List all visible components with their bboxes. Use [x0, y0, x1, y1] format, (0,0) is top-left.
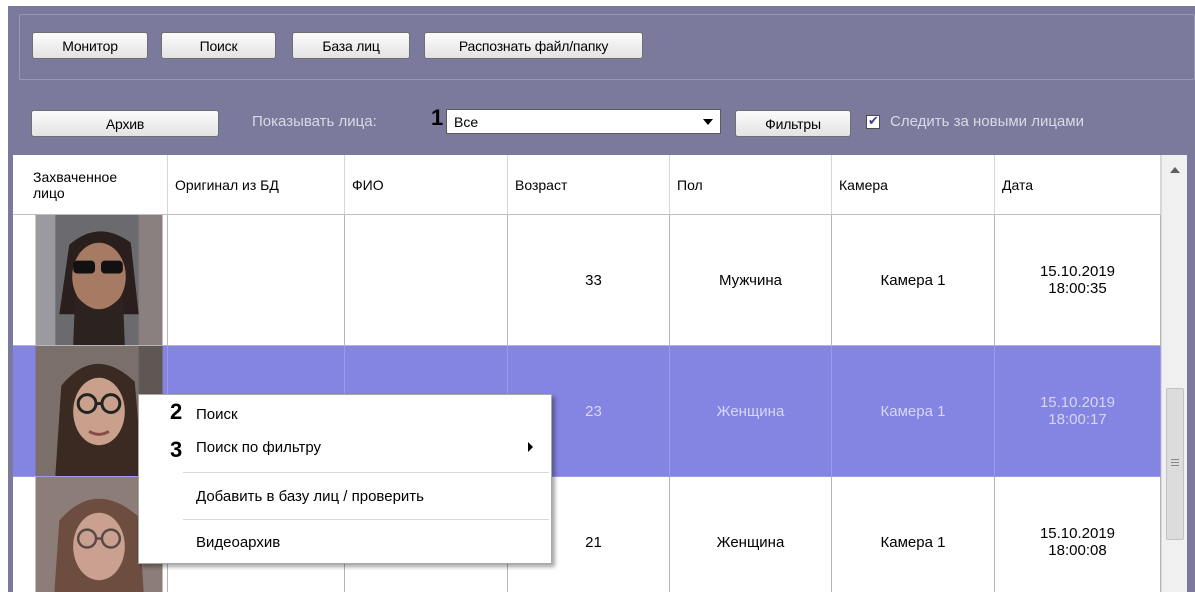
show-faces-value: Все	[454, 113, 479, 130]
submenu-arrow-icon	[528, 442, 533, 452]
callout-2: 2	[170, 399, 183, 424]
archive-button[interactable]: Архив	[31, 110, 219, 137]
date-cell: 15.10.2019 18:00:08	[995, 477, 1161, 592]
header-captured-face[interactable]: Захваченное лицо	[13, 155, 168, 215]
vertical-scrollbar[interactable]	[1161, 155, 1187, 592]
header-age[interactable]: Возраст	[508, 155, 670, 215]
date-value: 15.10.2019	[1039, 394, 1116, 411]
show-faces-label: Показывать лица:	[252, 113, 377, 130]
filters-button[interactable]: Фильтры	[735, 110, 851, 137]
camera-cell: Камера 1	[832, 477, 995, 592]
age-cell: 33	[508, 215, 670, 346]
menu-separator	[183, 519, 549, 520]
table-row[interactable]: 33 Мужчина Камера 1 15.10.2019 18:00:35	[13, 215, 1161, 346]
header-label: Оригинал из БД	[175, 176, 279, 193]
scroll-up-arrow-icon[interactable]	[1170, 167, 1180, 173]
full-name-cell	[345, 215, 508, 346]
header-camera[interactable]: Камера	[832, 155, 995, 215]
header-gender[interactable]: Пол	[670, 155, 832, 215]
time-value: 18:00:35	[1048, 280, 1107, 297]
monitor-button[interactable]: Монитор	[32, 32, 148, 59]
header-full-name[interactable]: ФИО	[345, 155, 508, 215]
grip-line	[1171, 462, 1179, 463]
db-original-cell	[168, 215, 345, 346]
menu-item-label: Поиск	[196, 405, 238, 423]
search-button[interactable]: Поиск	[161, 32, 276, 59]
menu-item-label: Видеоархив	[196, 533, 281, 551]
menu-item-label: Добавить в базу лиц / проверить	[196, 487, 424, 505]
header-date[interactable]: Дата	[995, 155, 1161, 215]
context-menu: Поиск Поиск по фильтру Добавить в базу л…	[138, 394, 552, 564]
date-value: 15.10.2019	[1039, 525, 1116, 542]
header-label: Захваченное лицо	[33, 168, 118, 201]
callout-1: 1	[431, 105, 444, 130]
menu-item-video-archive[interactable]: Видеоархив	[139, 527, 551, 557]
header-label: ФИО	[352, 176, 384, 193]
camera-cell: Камера 1	[832, 215, 995, 346]
callout-3: 3	[170, 437, 183, 462]
follow-new-faces-toggle[interactable]: Следить за новыми лицами	[866, 113, 1084, 130]
camera-cell: Камера 1	[832, 346, 995, 477]
recognize-file-button[interactable]: Распознать файл/папку	[424, 32, 643, 59]
header-label: Пол	[677, 176, 703, 193]
gender-cell: Женщина	[670, 346, 832, 477]
date-cell: 15.10.2019 18:00:35	[995, 215, 1161, 346]
menu-separator	[183, 472, 549, 473]
time-value: 18:00:17	[1048, 411, 1107, 428]
header-label: Камера	[839, 176, 888, 193]
grip-line	[1171, 465, 1179, 466]
follow-new-faces-label: Следить за новыми лицами	[890, 113, 1084, 130]
grip-line	[1171, 459, 1179, 460]
captured-face-image	[35, 215, 163, 345]
header-label: Возраст	[515, 176, 568, 193]
gender-cell: Женщина	[670, 477, 832, 592]
date-value: 15.10.2019	[1039, 263, 1116, 280]
dropdown-arrow-icon	[703, 119, 713, 125]
date-cell: 15.10.2019 18:00:17	[995, 346, 1161, 477]
scrollbar-thumb[interactable]	[1166, 388, 1184, 540]
time-value: 18:00:08	[1048, 542, 1107, 559]
menu-item-search[interactable]: Поиск	[139, 399, 551, 429]
header-label: Дата	[1002, 176, 1034, 193]
header-db-original[interactable]: Оригинал из БД	[168, 155, 345, 215]
menu-item-add-to-database[interactable]: Добавить в базу лиц / проверить	[139, 481, 551, 511]
menu-item-label: Поиск по фильтру	[196, 438, 322, 456]
gender-cell: Мужчина	[670, 215, 832, 346]
face-database-button[interactable]: База лиц	[292, 32, 410, 59]
checkbox-checked-icon[interactable]	[866, 113, 880, 129]
show-faces-dropdown[interactable]: Все	[446, 109, 721, 134]
captured-face-cell	[13, 215, 168, 346]
menu-item-search-by-filter[interactable]: Поиск по фильтру	[139, 432, 551, 462]
